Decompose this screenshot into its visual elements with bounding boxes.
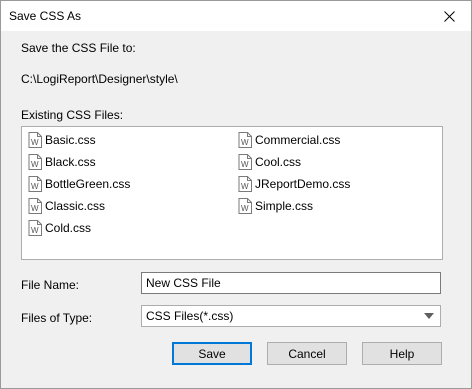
css-file-icon: W — [28, 132, 42, 148]
chevron-down-icon — [424, 313, 434, 319]
svg-text:W: W — [31, 160, 39, 169]
css-file-icon: W — [28, 198, 42, 214]
save-css-dialog: Save CSS As Save the CSS File to: C:\Log… — [0, 0, 472, 389]
file-type-label: Files of Type: — [21, 311, 93, 325]
file-name-label: File Name: — [21, 278, 80, 292]
file-type-select[interactable]: CSS Files(*.css) — [141, 305, 441, 327]
svg-text:W: W — [241, 160, 249, 169]
file-type-value: CSS Files(*.css) — [146, 309, 234, 323]
file-name: Classic.css — [45, 199, 106, 213]
svg-text:W: W — [31, 138, 39, 147]
file-name: Cool.css — [255, 155, 302, 169]
file-name: BottleGreen.css — [45, 177, 131, 191]
file-name: Basic.css — [45, 133, 96, 147]
close-button[interactable] — [427, 1, 471, 31]
save-button[interactable]: Save — [172, 342, 252, 365]
close-icon — [443, 10, 455, 22]
svg-text:W: W — [31, 226, 39, 235]
list-item[interactable]: W Basic.css — [28, 131, 96, 149]
svg-text:W: W — [241, 182, 249, 191]
file-name-input[interactable] — [141, 272, 441, 294]
file-name: Black.css — [45, 155, 96, 169]
svg-text:W: W — [31, 182, 39, 191]
list-item[interactable]: W BottleGreen.css — [28, 175, 130, 193]
file-name: Commercial.css — [255, 133, 341, 147]
cancel-button[interactable]: Cancel — [267, 342, 347, 365]
help-button[interactable]: Help — [362, 342, 442, 365]
css-file-icon: W — [238, 198, 252, 214]
list-item[interactable]: W Simple.css — [238, 197, 313, 215]
dialog-title: Save CSS As — [9, 9, 82, 23]
list-item[interactable]: W Commercial.css — [238, 131, 340, 149]
list-item[interactable]: W Cool.css — [238, 153, 301, 171]
existing-files-list[interactable]: W Basic.css W Black.css W BottleGreen.cs… — [21, 126, 443, 260]
svg-text:W: W — [241, 204, 249, 213]
css-file-icon: W — [28, 154, 42, 170]
save-to-label: Save the CSS File to: — [21, 41, 136, 55]
svg-text:W: W — [241, 138, 249, 147]
css-file-icon: W — [238, 154, 252, 170]
css-file-icon: W — [238, 132, 252, 148]
file-name: JReportDemo.css — [255, 177, 351, 191]
file-name: Cold.css — [45, 221, 92, 235]
list-item[interactable]: W Cold.css — [28, 219, 91, 237]
title-bar: Save CSS As — [1, 1, 471, 31]
list-item[interactable]: W JReportDemo.css — [238, 175, 350, 193]
list-item[interactable]: W Classic.css — [28, 197, 105, 215]
css-file-icon: W — [28, 176, 42, 192]
save-path: C:\LogiReport\Designer\style\ — [21, 72, 178, 86]
file-name: Simple.css — [255, 199, 314, 213]
css-file-icon: W — [28, 220, 42, 236]
css-file-icon: W — [238, 176, 252, 192]
existing-files-label: Existing CSS Files: — [21, 108, 124, 122]
list-item[interactable]: W Black.css — [28, 153, 96, 171]
svg-text:W: W — [31, 204, 39, 213]
